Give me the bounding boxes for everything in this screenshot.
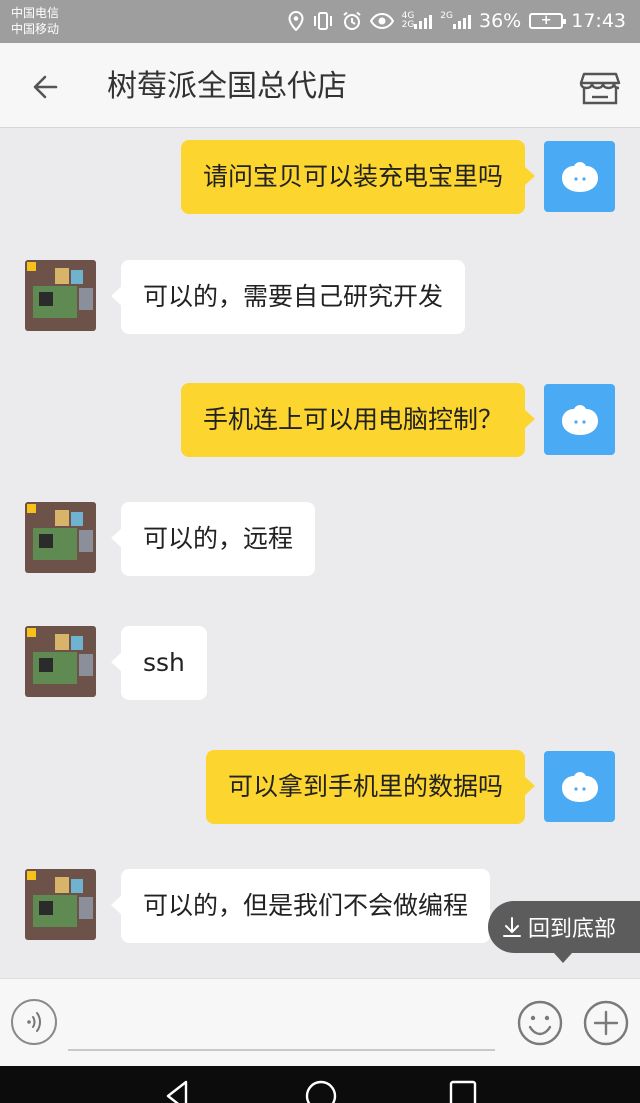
store-icon [579, 72, 621, 105]
shop-avatar[interactable] [25, 260, 96, 331]
plus-icon [583, 1000, 629, 1046]
voice-button[interactable] [11, 999, 57, 1045]
message-bubble-self[interactable]: 手机连上可以用电脑控制？ [180, 383, 536, 457]
message-bubble-self[interactable]: 请问宝贝可以装充电宝里吗 [180, 140, 536, 214]
location-icon [288, 11, 304, 31]
back-arrow-icon [33, 75, 58, 99]
back-to-bottom-label: 回到底部 [528, 917, 617, 942]
download-arrow-icon [503, 917, 521, 937]
chat-header: 树莓派全国总代店 [0, 43, 640, 128]
alarm-icon [342, 11, 362, 31]
self-avatar[interactable] [544, 141, 615, 212]
carrier-2: 中国移动 [11, 22, 60, 36]
status-icons: 4G 2G 2G 36% + 17:43 [288, 9, 626, 33]
eye-icon [369, 12, 394, 30]
message-bubble-self[interactable]: 可以拿到手机里的数据吗 [205, 750, 536, 824]
nav-recents-icon [449, 1080, 477, 1103]
back-to-bottom-button[interactable]: 回到底部 [488, 901, 640, 963]
signal-icon: 4G 2G [402, 12, 433, 30]
nav-recents-button[interactable] [448, 1076, 478, 1103]
nav-home-button[interactable] [304, 1076, 338, 1103]
page-title: 树莓派全国总代店 [107, 69, 347, 104]
signal-2-icon: 2G [440, 12, 471, 30]
shop-avatar[interactable] [25, 869, 96, 940]
carrier-1: 中国电信 [11, 6, 60, 20]
battery-charging-icon: + [529, 13, 567, 29]
self-avatar[interactable] [544, 751, 615, 822]
self-avatar-icon [561, 771, 598, 802]
self-avatar-icon [561, 161, 598, 192]
voice-icon [27, 1012, 41, 1032]
more-button[interactable] [582, 999, 630, 1047]
message-input[interactable] [68, 997, 495, 1051]
back-button[interactable] [26, 67, 70, 107]
self-avatar[interactable] [544, 384, 615, 455]
message-bubble-shop[interactable]: 可以的，远程 [110, 502, 316, 576]
store-button[interactable] [578, 65, 622, 109]
status-bar: 中国电信 中国移动 4G 2G 2G 36% + 17:43 [0, 0, 640, 43]
carrier-info: 中国电信 中国移动 [11, 5, 59, 37]
battery-percent: 36% [479, 10, 522, 32]
message-bubble-shop[interactable]: 可以的，需要自己研究开发 [110, 260, 466, 334]
input-bar [0, 978, 640, 1066]
nav-back-icon [166, 1080, 188, 1103]
system-nav-bar [0, 1066, 640, 1103]
nav-back-button[interactable] [162, 1076, 192, 1103]
chat-messages[interactable]: 请问宝贝可以装充电宝里吗 可以的，需要自己研究开发 手机连上可以用电脑控制？ 可… [0, 128, 640, 978]
message-bubble-shop[interactable]: 可以的，但是我们不会做编程 [110, 869, 491, 943]
shop-avatar[interactable] [25, 626, 96, 697]
clock: 17:43 [571, 10, 626, 32]
emoji-button[interactable] [516, 999, 564, 1047]
self-avatar-icon [561, 404, 598, 435]
emoji-icon [517, 1000, 563, 1046]
shop-avatar[interactable] [25, 502, 96, 573]
nav-home-icon [305, 1080, 337, 1103]
message-bubble-shop[interactable]: ssh [111, 626, 207, 700]
vibrate-icon [312, 11, 334, 31]
